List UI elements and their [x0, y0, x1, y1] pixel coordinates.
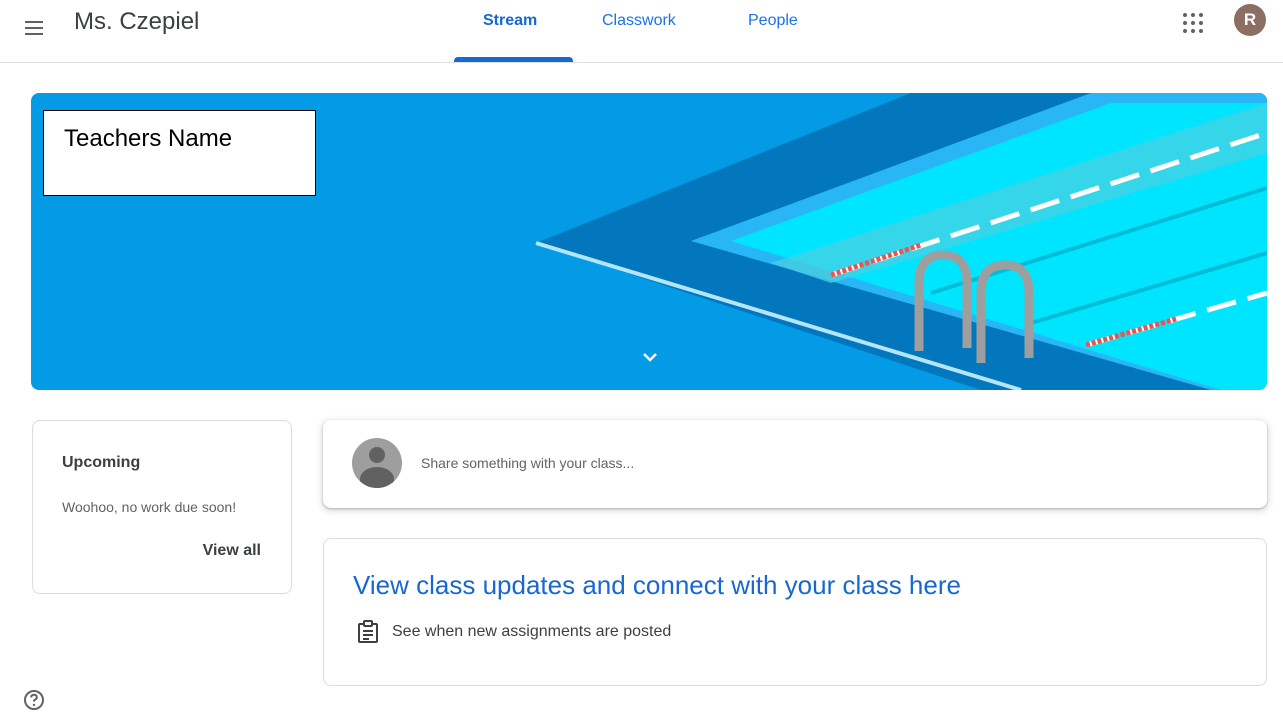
- user-avatar-icon: [352, 438, 402, 488]
- top-app-bar: Ms. Czepiel Stream Classwork People R: [0, 0, 1283, 63]
- assignments-posted-text: See when new assignments are posted: [392, 623, 672, 640]
- tab-stream[interactable]: Stream: [483, 11, 537, 31]
- active-tab-indicator: [454, 57, 573, 62]
- updates-title: View class updates and connect with your…: [353, 570, 961, 600]
- upcoming-empty-text: Woohoo, no work due soon!: [62, 499, 237, 515]
- teachers-name-text: Teachers Name: [64, 125, 233, 152]
- assignment-icon: [358, 620, 378, 643]
- share-placeholder: Share something with your class...: [421, 455, 635, 471]
- chevron-down-icon[interactable]: [636, 348, 664, 368]
- share-with-class-box[interactable]: Share something with your class...: [323, 420, 1267, 508]
- tab-people[interactable]: People: [748, 11, 798, 31]
- class-title[interactable]: Ms. Czepiel: [74, 6, 199, 38]
- help-icon[interactable]: [22, 688, 46, 712]
- upcoming-title: Upcoming: [62, 454, 141, 471]
- google-apps-icon[interactable]: [1181, 11, 1205, 35]
- hamburger-menu-icon[interactable]: [0, 0, 43, 40]
- class-updates-card: View class updates and connect with your…: [323, 538, 1267, 686]
- account-avatar[interactable]: R: [1234, 4, 1266, 36]
- upcoming-card: Upcoming Woohoo, no work due soon! View …: [32, 420, 292, 594]
- view-all-link[interactable]: View all: [203, 542, 261, 560]
- tab-classwork[interactable]: Classwork: [602, 11, 676, 31]
- teachers-name-box: Teachers Name: [43, 110, 316, 196]
